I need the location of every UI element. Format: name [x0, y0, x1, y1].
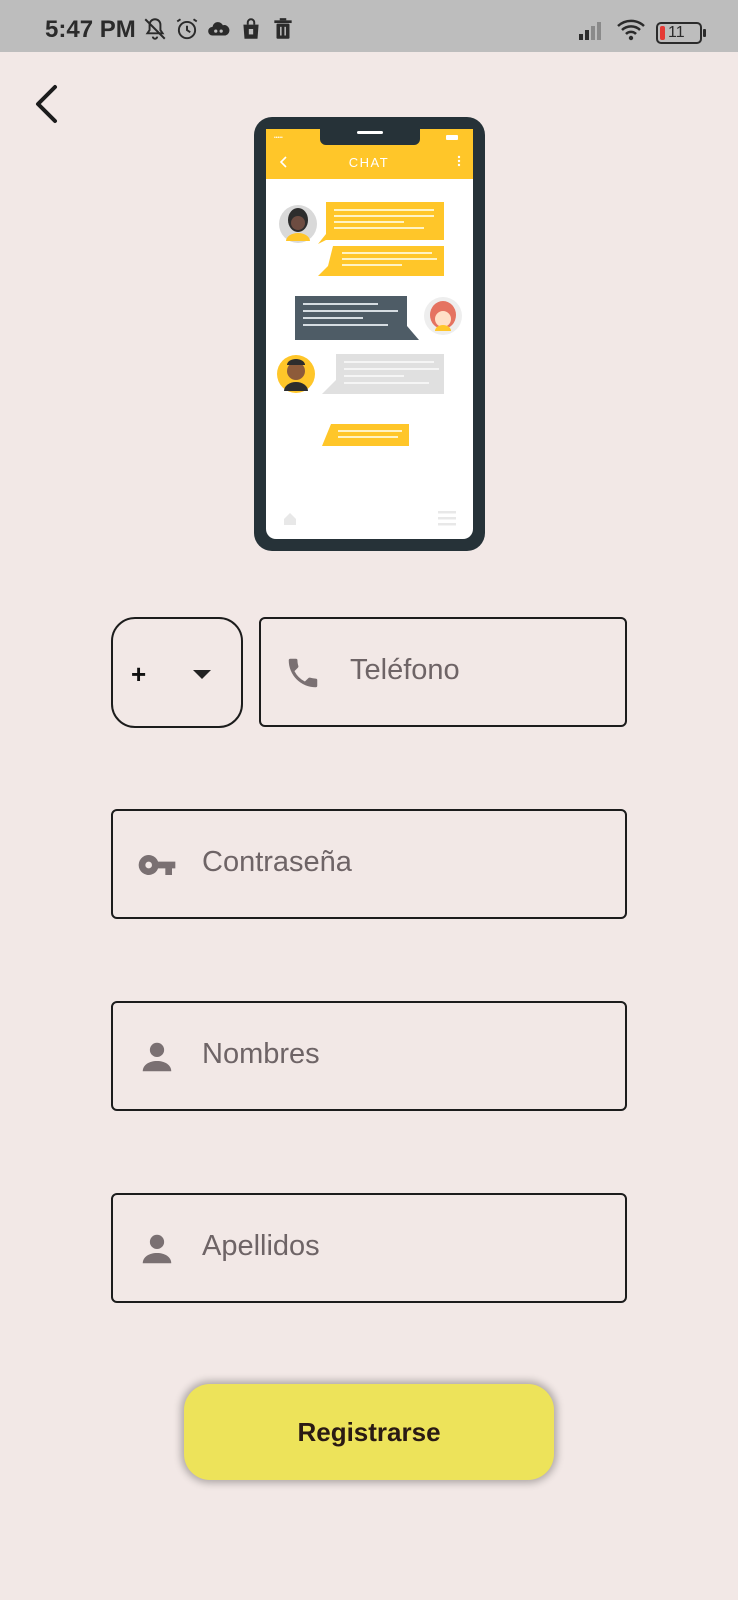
country-code-picker[interactable]: + — [111, 617, 243, 728]
lastnames-field[interactable]: Apellidos — [111, 1193, 627, 1303]
names-field[interactable]: Nombres — [111, 1001, 627, 1111]
back-button[interactable] — [26, 84, 66, 128]
key-icon — [137, 845, 177, 885]
phone-field[interactable]: Teléfono — [259, 617, 627, 727]
battery-fill — [660, 25, 665, 40]
status-time: 5:47 PM — [45, 16, 136, 43]
password-placeholder: Contraseña — [202, 846, 352, 878]
status-system-icons: 11 — [578, 18, 706, 47]
battery-icon: 11 — [656, 21, 706, 44]
shopping-bag-icon — [238, 16, 264, 47]
register-button[interactable]: Registrarse — [184, 1384, 554, 1480]
country-code-prefix: + — [131, 659, 147, 689]
chat-phone-illustration: ••••• CHAT — [254, 117, 485, 551]
chat-header-title: CHAT — [349, 155, 389, 170]
cloud-icon — [206, 16, 232, 47]
register-label: Registrarse — [297, 1416, 441, 1447]
svg-text:•••••: ••••• — [274, 135, 283, 141]
phone-placeholder: Teléfono — [350, 654, 460, 686]
lastnames-placeholder: Apellidos — [202, 1230, 320, 1262]
names-placeholder: Nombres — [202, 1038, 320, 1070]
phone-icon — [283, 653, 323, 693]
dropdown-arrow-icon — [193, 670, 211, 679]
status-notification-icons — [142, 16, 296, 47]
person-icon — [137, 1229, 177, 1269]
password-field[interactable]: Contraseña — [111, 809, 627, 919]
battery-level: 11 — [668, 23, 685, 41]
person-icon — [137, 1037, 177, 1077]
chevron-left-icon — [33, 84, 59, 129]
alarm-icon — [174, 16, 200, 47]
signal-icon — [578, 19, 606, 46]
status-bar: 5:47 PM 11 — [0, 0, 738, 52]
bell-off-icon — [142, 16, 168, 47]
wifi-icon — [616, 18, 646, 47]
trash-icon — [270, 16, 296, 47]
